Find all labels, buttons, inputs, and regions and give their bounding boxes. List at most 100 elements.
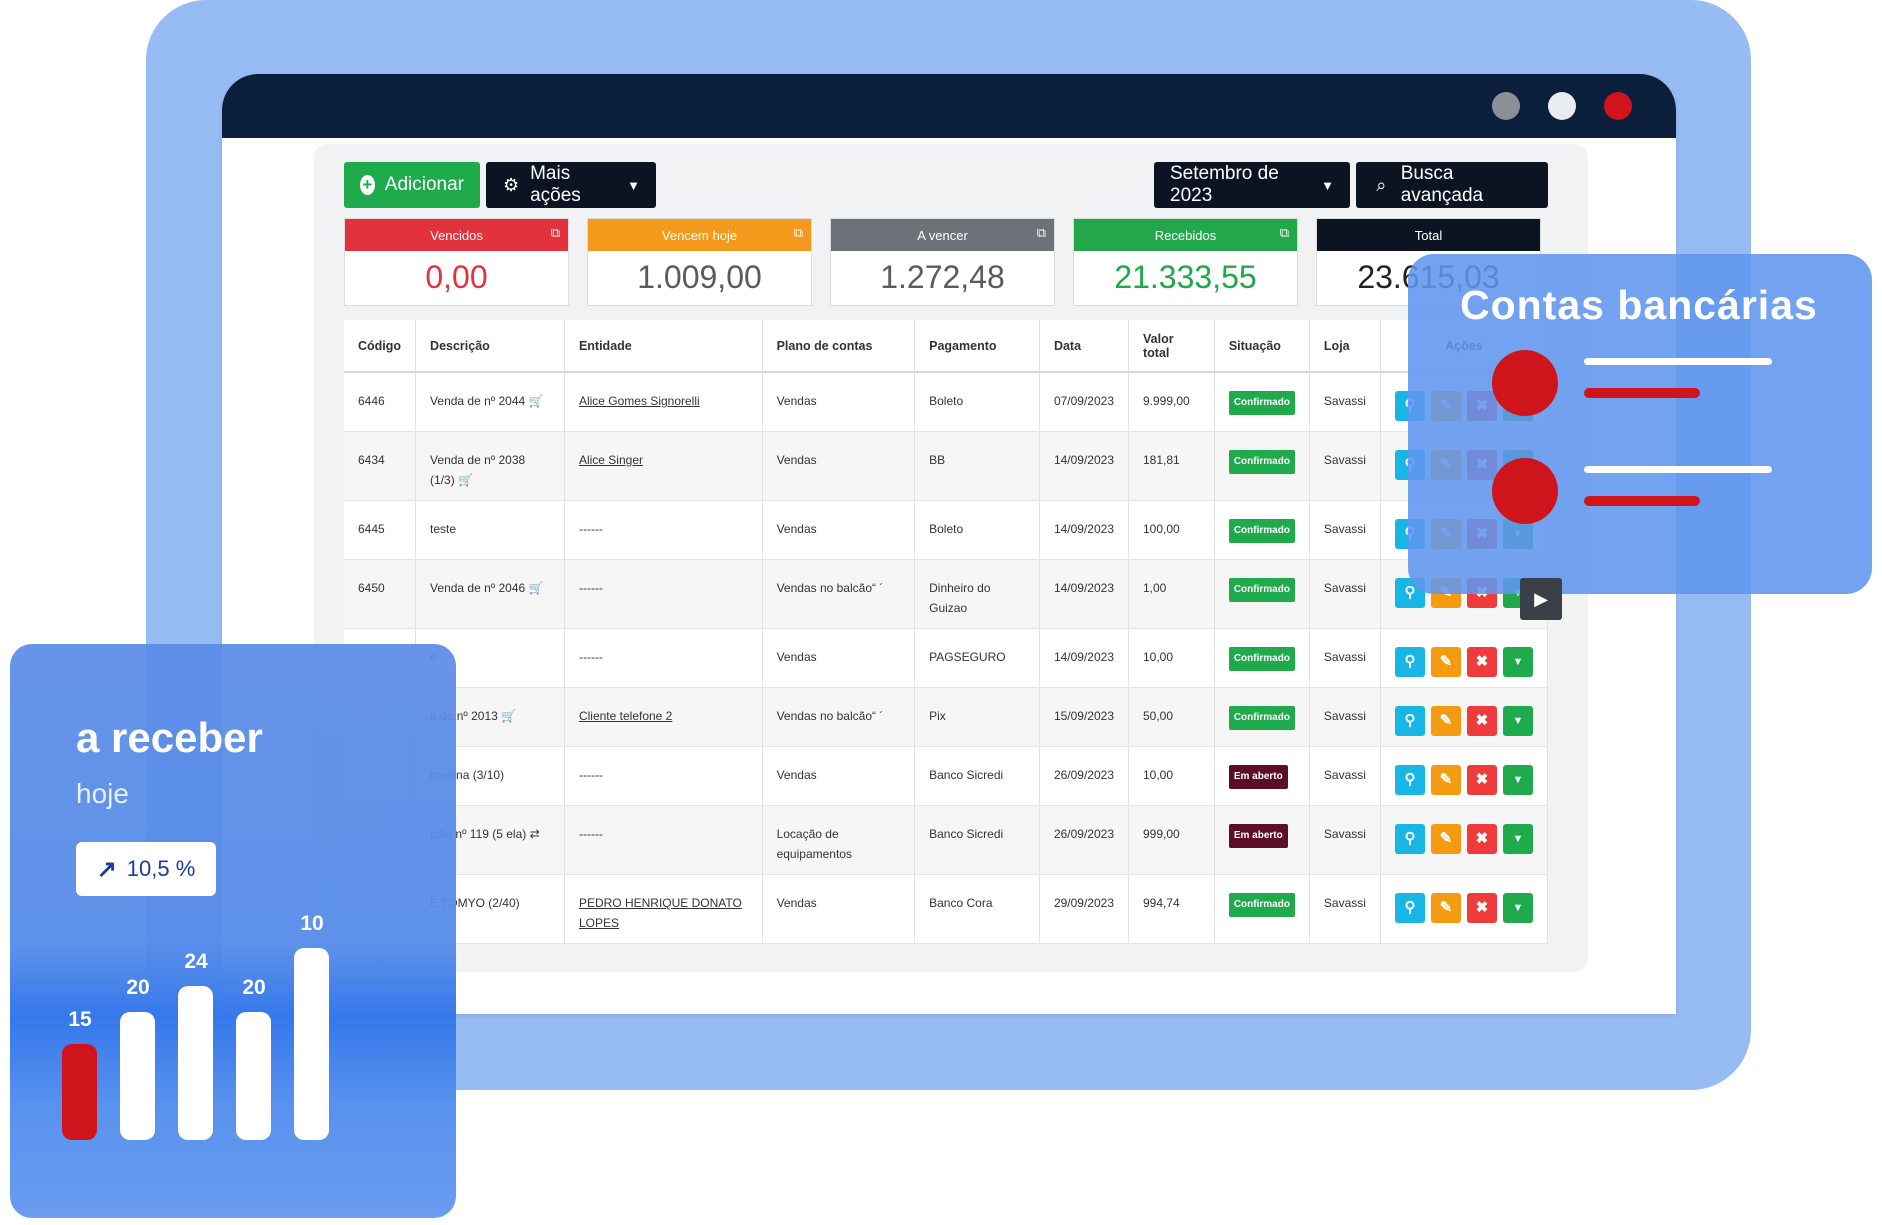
view-icon[interactable]: ⚲ xyxy=(1394,765,1425,795)
caret-down-icon: ▼ xyxy=(1321,177,1334,193)
column-header[interactable]: Valor total xyxy=(1128,320,1215,373)
change-value: 10,5 % xyxy=(126,856,196,881)
summary-cards: Vencidos ⧉ 0,00 Vencem hoje ⧉ 1.009,00 A vence… xyxy=(344,218,1558,306)
summary-card[interactable]: Vencidos ⧉ 0,00 xyxy=(344,218,569,306)
cell-payment: Dinheiro do Guizao xyxy=(929,581,991,615)
delete-icon[interactable]: ✖ xyxy=(1466,765,1497,795)
card-value: 0,00 xyxy=(425,259,488,295)
external-link-icon[interactable]: ⧉ xyxy=(551,225,560,241)
dropdown-icon[interactable]: ▼ xyxy=(1502,893,1533,923)
cell-entity[interactable]: Alice Singer xyxy=(579,453,643,467)
column-header[interactable]: Situação xyxy=(1214,320,1310,373)
edit-icon[interactable]: ✎ xyxy=(1430,893,1461,923)
cell-payment: Boleto xyxy=(929,522,964,536)
bar-label: 15 xyxy=(68,1008,92,1031)
bank-account-line xyxy=(1584,358,1772,365)
bank-accounts-overlay: Contas bancárias xyxy=(1408,254,1872,594)
card-value: 1.272,48 xyxy=(880,259,1005,295)
cell-total: 9.999,00 xyxy=(1143,394,1190,408)
column-header[interactable]: Loja xyxy=(1309,320,1381,373)
more-actions-label: Mais ações xyxy=(530,163,581,206)
cell-store: Savassi xyxy=(1323,581,1366,595)
cell-entity: ------ xyxy=(578,650,603,664)
minimize-dot[interactable] xyxy=(1492,92,1520,120)
stage: + Adicionar ⚙ Mais ações ▼ Setembro de 2… xyxy=(0,0,1882,1225)
dropdown-icon[interactable]: ▼ xyxy=(1502,706,1533,736)
table-row[interactable]: E TOMYO (2/40) PEDRO HENRIQUE DONATO LOPE… xyxy=(344,874,1549,944)
table-row[interactable]: ição nº 119 (5 ela) ⇄ ------ Locação de eq… xyxy=(344,805,1549,875)
advanced-search-button[interactable]: ⌕ Busca avançada xyxy=(1356,162,1548,208)
delete-icon[interactable]: ✖ xyxy=(1466,706,1497,736)
cell-entity[interactable]: Alice Gomes Signorelli xyxy=(579,394,700,408)
dropdown-icon[interactable]: ▼ xyxy=(1502,647,1533,677)
cell-code: 6446 xyxy=(358,394,385,408)
status-badge: Confirmado xyxy=(1228,706,1295,730)
arrow-up-right-icon: ↗ xyxy=(96,855,117,883)
dropdown-icon[interactable]: ▼ xyxy=(1502,765,1533,795)
maximize-dot[interactable] xyxy=(1548,92,1576,120)
status-badge: Em aberto xyxy=(1228,824,1288,848)
view-icon[interactable]: ⚲ xyxy=(1394,647,1425,677)
view-icon[interactable]: ⚲ xyxy=(1394,824,1425,854)
add-button[interactable]: + Adicionar xyxy=(344,162,480,208)
delete-icon[interactable]: ✖ xyxy=(1466,647,1497,677)
cell-date: 14/09/2023 xyxy=(1053,581,1114,595)
summary-card[interactable]: A vencer ⧉ 1.272,48 xyxy=(830,218,1055,306)
delete-icon[interactable]: ✖ xyxy=(1466,824,1497,854)
table-row[interactable]: 6434 Venda de nº 2038 (1/3) 🛒 Alice Singer… xyxy=(344,431,1549,501)
cell-description: teste xyxy=(430,522,457,536)
cell-entity: ------ xyxy=(578,581,603,595)
table-row[interactable]: e------VendasPAGSEGURO14/09/202310,00Con… xyxy=(344,628,1549,688)
cell-payment: Banco Cora xyxy=(929,896,993,910)
cell-store: Savassi xyxy=(1323,827,1366,841)
column-header[interactable]: Data xyxy=(1039,320,1130,373)
external-link-icon[interactable]: ⧉ xyxy=(1280,225,1289,241)
cell-entity[interactable]: Cliente telefone 2 xyxy=(579,709,672,723)
cell-payment: Pix xyxy=(929,709,946,723)
dropdown-icon[interactable]: ▼ xyxy=(1502,824,1533,854)
column-header[interactable]: Pagamento xyxy=(914,320,1040,373)
view-icon[interactable]: ⚲ xyxy=(1394,706,1425,736)
table-row[interactable]: 6450 Venda de nº 2046 🛒 ------ Vendas no ba… xyxy=(344,559,1549,629)
table-header: Código Descrição Entidade Plano de contas Pa… xyxy=(344,320,1549,373)
status-badge: Confirmado xyxy=(1228,519,1295,543)
cell-store: Savassi xyxy=(1323,709,1366,723)
edit-icon[interactable]: ✎ xyxy=(1430,765,1461,795)
cell-entity[interactable]: PEDRO HENRIQUE DONATO LOPES xyxy=(579,896,742,930)
cell-payment: Banco Sicredi xyxy=(929,768,1004,782)
close-dot[interactable] xyxy=(1604,92,1632,120)
external-link-icon[interactable]: ⧉ xyxy=(1037,225,1046,241)
cell-chart-of-accounts: Vendas xyxy=(776,650,817,664)
column-header[interactable]: Entidade xyxy=(564,320,763,373)
receivable-subtitle: hoje xyxy=(76,778,129,809)
table-row[interactable]: 6446 Venda de nº 2044 🛒 Alice Gomes Signor… xyxy=(344,372,1549,432)
cell-store: Savassi xyxy=(1323,650,1366,664)
card-label: Recebidos xyxy=(1154,227,1217,243)
edit-icon[interactable]: ✎ xyxy=(1430,706,1461,736)
summary-card[interactable]: Recebidos ⧉ 21.333,55 xyxy=(1073,218,1298,306)
external-link-icon[interactable]: ⧉ xyxy=(794,225,803,241)
cell-total: 999,00 xyxy=(1143,827,1180,841)
table-row[interactable]: medina (3/10) ------ Vendas Banco Sicredi 26… xyxy=(344,746,1549,806)
card-label: Total xyxy=(1414,227,1443,243)
column-header[interactable]: Descrição xyxy=(415,320,565,373)
cell-payment: Boleto xyxy=(929,394,964,408)
delete-icon[interactable]: ✖ xyxy=(1466,893,1497,923)
card-header: Vencidos ⧉ xyxy=(345,219,568,251)
more-actions-button[interactable]: ⚙ Mais ações ▼ xyxy=(486,162,656,208)
column-header[interactable]: Código xyxy=(344,320,417,373)
cell-chart-of-accounts: Vendas no balcão“ ´ xyxy=(776,709,884,723)
edit-icon[interactable]: ✎ xyxy=(1430,824,1461,854)
play-icon[interactable]: ▶ xyxy=(1520,578,1562,620)
view-icon[interactable]: ⚲ xyxy=(1394,893,1425,923)
table-row[interactable]: 6445 teste ------ Vendas Boleto 14/09/2023 100… xyxy=(344,500,1549,560)
cell-entity: ------ xyxy=(578,522,603,536)
caret-down-icon: ▼ xyxy=(627,177,640,193)
summary-card[interactable]: Vencem hoje ⧉ 1.009,00 xyxy=(587,218,812,306)
advanced-search-label: Busca avançada xyxy=(1400,163,1484,206)
table-row[interactable]: a de nº 2013 🛒 Cliente telefone 2 Vendas n… xyxy=(344,687,1549,747)
card-value: 21.333,55 xyxy=(1114,259,1257,295)
edit-icon[interactable]: ✎ xyxy=(1430,647,1461,677)
month-selector[interactable]: Setembro de 2023 ▼ xyxy=(1154,162,1350,208)
column-header[interactable]: Plano de contas xyxy=(762,320,916,373)
